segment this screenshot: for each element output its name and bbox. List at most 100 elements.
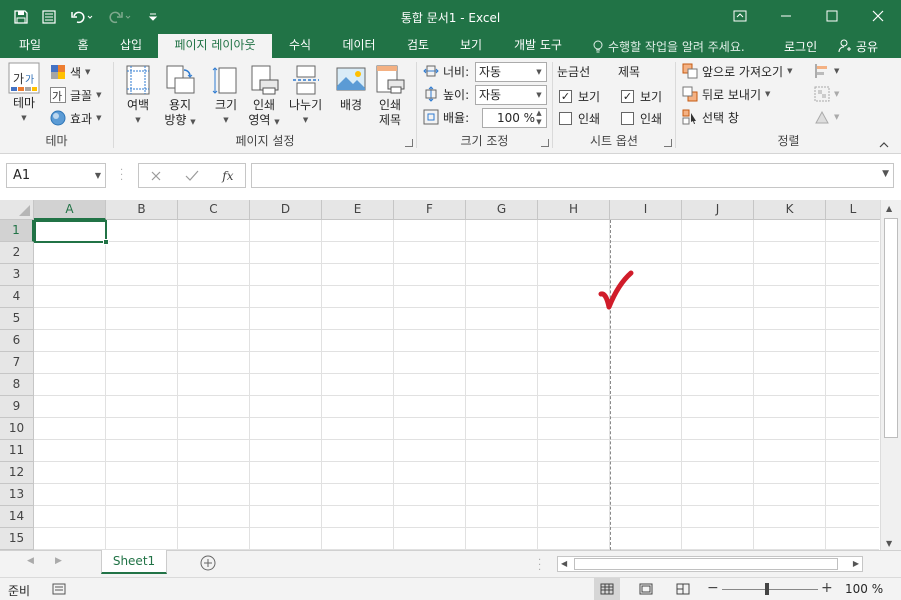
themes-button[interactable]: 가가 테마 ▼ (8, 62, 40, 126)
page-layout-view-icon[interactable] (639, 583, 653, 595)
tell-me-box[interactable]: 수행할 작업을 알려 주세요. (592, 38, 745, 55)
fill-handle[interactable] (103, 239, 109, 245)
column-header[interactable]: D (250, 200, 322, 220)
tab-5[interactable]: 데이터 (328, 34, 390, 58)
row-header[interactable]: 9 (0, 396, 34, 418)
row-header[interactable]: 4 (0, 286, 34, 308)
row-header[interactable]: 15 (0, 528, 34, 550)
width-select[interactable]: 자동 ▼ (475, 62, 547, 82)
tab-2[interactable]: 삽입 (106, 34, 156, 58)
zoom-slider-thumb[interactable] (765, 583, 769, 595)
collapse-ribbon-icon[interactable] (879, 138, 889, 148)
effects-button[interactable]: 효과 ▼ (50, 108, 101, 128)
column-header[interactable]: J (682, 200, 754, 220)
headings-view-checkbox[interactable]: ✓ 보기 (621, 88, 662, 105)
form-icon[interactable] (36, 5, 62, 29)
column-header[interactable]: A (34, 200, 106, 220)
gridlines-view-checkbox[interactable]: ✓ 보기 (559, 88, 600, 105)
enter-icon[interactable] (185, 170, 199, 182)
row-header[interactable]: 11 (0, 440, 34, 462)
chevron-down-icon[interactable]: ▼ (95, 164, 101, 187)
sheet-tab-sheet1[interactable]: Sheet1 (101, 550, 167, 574)
ribbon-display-icon[interactable] (717, 0, 763, 32)
margins-button[interactable]: 여백 ▼ (122, 64, 154, 128)
column-header[interactable]: E (322, 200, 394, 220)
tab-3[interactable]: 페이지 레이아웃 (158, 34, 272, 58)
orientation-button[interactable]: 용지 방향 ▼ (164, 64, 196, 130)
row-header[interactable]: 7 (0, 352, 34, 374)
scale-launcher-icon[interactable] (541, 139, 549, 147)
row-header[interactable]: 2 (0, 242, 34, 264)
column-header[interactable]: L (826, 200, 881, 220)
tab-7[interactable]: 보기 (446, 34, 496, 58)
size-button[interactable]: 크기 ▼ (210, 64, 242, 128)
column-header[interactable]: K (754, 200, 826, 220)
insert-function-icon[interactable]: fx (222, 169, 233, 183)
name-box[interactable]: A1 ▼ (6, 163, 106, 188)
column-header[interactable]: C (178, 200, 250, 220)
save-icon[interactable] (8, 5, 34, 29)
scale-spinner[interactable]: 100 % ▲ ▼ (482, 108, 547, 128)
next-sheet-icon[interactable]: ▶ (55, 556, 62, 566)
formula-input[interactable]: ▼ (251, 163, 894, 188)
row-header[interactable]: 14 (0, 506, 34, 528)
scroll-down-icon[interactable]: ▼ (886, 539, 892, 548)
undo-icon[interactable] (64, 5, 100, 29)
login-link[interactable]: 로그인 (784, 38, 817, 55)
minimize-icon[interactable] (763, 0, 809, 32)
prev-sheet-icon[interactable]: ◀ (27, 556, 34, 566)
select-all-button[interactable] (0, 200, 34, 220)
row-header[interactable]: 3 (0, 264, 34, 286)
vertical-scrollbar[interactable]: ▲ ▼ (880, 200, 901, 550)
breaks-button[interactable]: 나누기 ▼ (289, 64, 322, 128)
horizontal-scroll-thumb[interactable] (574, 558, 838, 570)
page-setup-launcher-icon[interactable] (405, 139, 413, 147)
tab-0[interactable]: 파일 (0, 34, 60, 58)
height-select[interactable]: 자동 ▼ (475, 85, 547, 105)
formula-bar-grip[interactable]: · · · (120, 166, 123, 186)
colors-button[interactable]: 색 ▼ (50, 62, 90, 82)
sheet-options-launcher-icon[interactable] (664, 139, 672, 147)
column-header[interactable]: H (538, 200, 610, 220)
background-button[interactable]: 배경 (335, 64, 367, 113)
fonts-button[interactable]: 가 글꼴 ▼ (50, 85, 101, 105)
tab-6[interactable]: 검토 (392, 34, 444, 58)
tab-4[interactable]: 수식 (274, 34, 326, 58)
cancel-icon[interactable] (150, 170, 162, 182)
close-icon[interactable] (855, 0, 901, 32)
active-cell[interactable] (34, 220, 109, 245)
tab-1[interactable]: 홈 (60, 34, 106, 58)
headings-print-checkbox[interactable]: 인쇄 (621, 110, 662, 127)
horizontal-scrollbar[interactable]: ◀ ▶ (557, 556, 863, 572)
customize-qat-icon[interactable] (140, 5, 166, 29)
cell-area[interactable] (34, 220, 879, 550)
row-header[interactable]: 12 (0, 462, 34, 484)
normal-view-icon[interactable] (594, 578, 620, 600)
tab-8[interactable]: 개발 도구 (498, 34, 578, 58)
column-header[interactable]: F (394, 200, 466, 220)
zoom-slider[interactable] (722, 589, 818, 590)
row-header[interactable]: 5 (0, 308, 34, 330)
vertical-scroll-thumb[interactable] (884, 218, 898, 438)
maximize-icon[interactable] (809, 0, 855, 32)
row-header[interactable]: 8 (0, 374, 34, 396)
column-header[interactable]: G (466, 200, 538, 220)
zoom-level[interactable]: 100 % (845, 582, 883, 596)
print-area-button[interactable]: 인쇄 영역 ▼ (248, 64, 280, 130)
row-header[interactable]: 13 (0, 484, 34, 506)
zoom-out-icon[interactable]: − (707, 580, 719, 596)
new-sheet-icon[interactable] (199, 554, 217, 572)
column-header[interactable]: I (610, 200, 682, 220)
bring-forward-button[interactable]: 앞으로 가져오기 ▼ (682, 61, 793, 81)
scroll-right-icon[interactable]: ▶ (853, 559, 859, 568)
column-header[interactable]: B (106, 200, 178, 220)
align-button[interactable]: ▼ (814, 61, 839, 81)
print-titles-button[interactable]: 인쇄 제목 (374, 64, 406, 128)
row-header[interactable]: 10 (0, 418, 34, 440)
hscroll-grip[interactable]: · · · (538, 556, 541, 576)
macro-record-icon[interactable] (52, 583, 66, 595)
page-break-preview-icon[interactable] (676, 583, 690, 595)
send-backward-button[interactable]: 뒤로 보내기 ▼ (682, 84, 770, 104)
selection-pane-button[interactable]: 선택 창 (682, 107, 739, 127)
scroll-left-icon[interactable]: ◀ (561, 559, 567, 568)
